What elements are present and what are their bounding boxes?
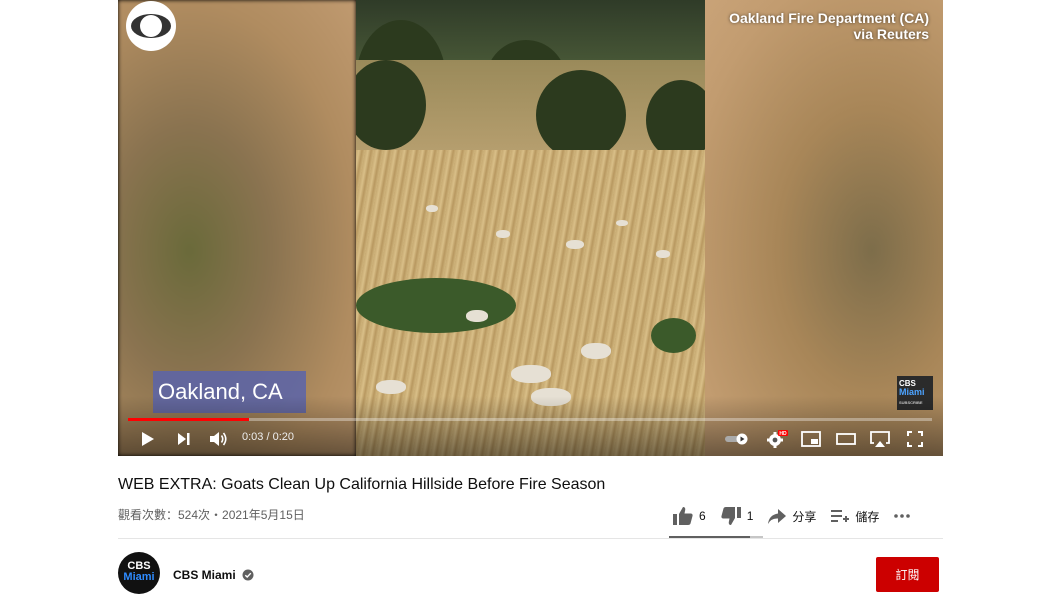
gear-icon: HD [767,430,788,448]
miniplayer-button[interactable] [799,428,823,450]
playlist-add-icon [831,510,850,522]
verified-check-icon [242,569,254,581]
share-label: 分享 [792,509,817,524]
subscribe-button[interactable]: 訂閱 [876,557,939,592]
channel-info[interactable]: CBS Miami [173,568,254,582]
video-credit: Oakland Fire Department (CA) via Reuters [729,10,929,42]
fullscreen-button[interactable] [904,428,926,450]
youtube-watch-page: Oakland Fire Department (CA) via Reuters… [0,0,1060,596]
dislike-count: 1 [746,509,754,523]
time-display: 0:03 / 0:20 [242,431,294,443]
like-button[interactable]: 6 [672,506,706,526]
mute-button[interactable] [208,428,230,450]
next-button[interactable] [174,428,194,450]
settings-button[interactable]: HD [765,428,789,450]
theater-mode-button[interactable] [834,428,858,450]
credit-line-2: via Reuters [853,26,929,42]
airplay-icon [870,431,890,447]
miniplayer-icon [801,431,821,447]
autoplay-toggle-icon [725,433,748,445]
skip-next-icon [178,433,190,445]
thumbs-up-icon [673,507,693,525]
cbs-eye-logo-icon [126,1,176,51]
save-button[interactable]: 儲存 [830,507,879,525]
avatar-miami: Miami [123,571,155,583]
channel-avatar[interactable]: CBS Miami [118,552,160,594]
like-count: 6 [699,509,706,523]
video-actions: 6 1 分享 儲存 [672,502,925,530]
video-frame [356,0,705,456]
fullscreen-icon [907,431,923,447]
dislike-button[interactable]: 1 [720,506,754,526]
save-label: 儲存 [855,509,880,524]
autoplay-toggle[interactable] [724,428,750,450]
credit-line-1: Oakland Fire Department (CA) [729,10,929,26]
video-meta: 觀看次數：524次・2021年5月15日 [118,508,305,522]
play-button[interactable] [138,428,158,450]
more-actions-button[interactable] [893,513,911,519]
cast-button[interactable] [868,428,892,450]
thumbs-down-icon [721,507,741,525]
share-button[interactable]: 分享 [767,507,816,525]
channel-name[interactable]: CBS Miami [173,568,236,582]
more-horizontal-icon [894,514,911,518]
play-icon [142,432,154,446]
share-icon [768,509,787,524]
progress-fill [128,418,249,421]
section-divider [118,538,943,539]
video-title: WEB EXTRA: Goats Clean Up California Hil… [118,476,606,493]
hd-badge: HD [779,431,787,437]
theater-mode-icon [836,433,856,445]
progress-bar[interactable] [128,418,932,421]
video-player[interactable]: Oakland Fire Department (CA) via Reuters… [118,0,943,456]
volume-icon [210,432,227,446]
